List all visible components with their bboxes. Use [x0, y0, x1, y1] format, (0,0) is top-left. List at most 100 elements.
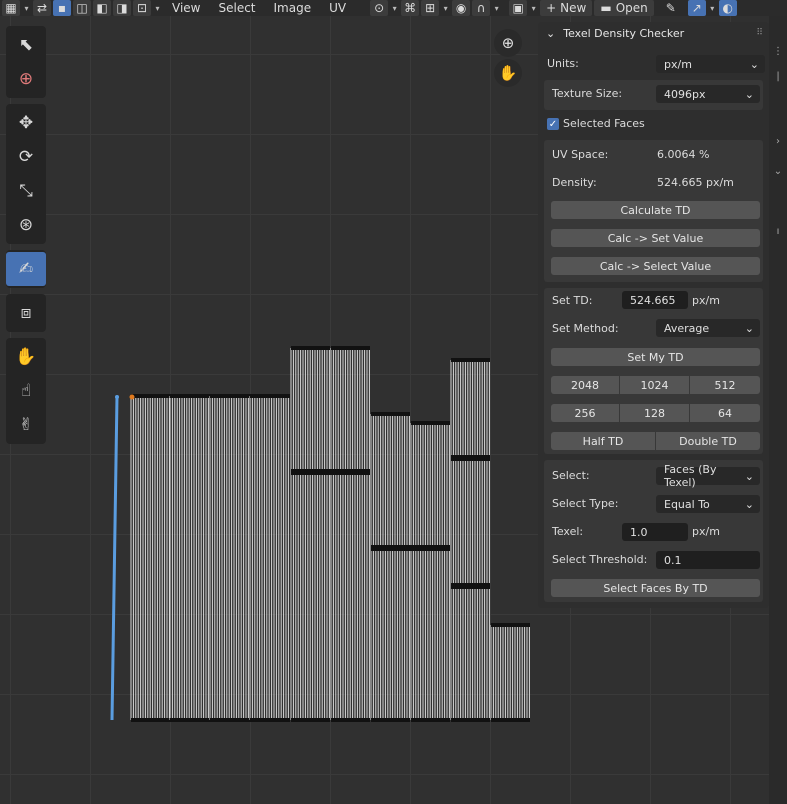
- set-method-dropdown[interactable]: Average ⌄: [656, 319, 760, 337]
- calculate-td-button[interactable]: Calculate TD: [551, 201, 760, 219]
- uv-editing-mode-icon[interactable]: ↗: [687, 0, 706, 16]
- uv-island[interactable]: [290, 346, 330, 722]
- open-image-button[interactable]: ▬ Open: [594, 0, 654, 16]
- half-td-button[interactable]: Half TD: [551, 432, 655, 450]
- uv-island[interactable]: [450, 358, 490, 722]
- select-cursor-icon[interactable]: ⬉: [6, 28, 46, 62]
- chevron-down-icon[interactable]: ▾: [22, 0, 31, 16]
- selected-uv-vertex[interactable]: [115, 395, 119, 399]
- grab-icon[interactable]: ✋: [6, 340, 46, 374]
- chevron-down-icon[interactable]: ▾: [529, 0, 538, 16]
- menu-image[interactable]: Image: [266, 0, 320, 16]
- texel-field[interactable]: 1.0: [622, 523, 688, 541]
- chevron-down-icon: ⌄: [744, 469, 754, 483]
- chevron-down-icon: ⌄: [749, 57, 759, 71]
- chevron-down-icon[interactable]: ▾: [441, 0, 450, 16]
- tool-group-select: ⬉ ⊕: [6, 26, 46, 98]
- active-uv-vertex[interactable]: [129, 394, 135, 400]
- pan-hand-icon[interactable]: ✋: [494, 59, 522, 87]
- texel-label: Texel:: [552, 525, 584, 538]
- chevron-down-icon[interactable]: ▾: [708, 0, 717, 16]
- chevron-down-icon: ⌄: [744, 321, 754, 335]
- menu-view[interactable]: View: [164, 0, 208, 16]
- face-select-icon[interactable]: ◧: [93, 0, 111, 16]
- set-td-unit: px/m: [692, 294, 720, 307]
- uv-island[interactable]: [370, 412, 410, 722]
- texture-size-dropdown[interactable]: 4096px ⌄: [656, 85, 760, 103]
- set-td-label: Set TD:: [552, 294, 593, 307]
- selected-faces-label: Selected Faces: [563, 117, 645, 130]
- menu-uv[interactable]: UV: [321, 0, 354, 16]
- tab-icon[interactable]: ı: [771, 226, 785, 237]
- select-label: Select:: [552, 469, 590, 482]
- preset-64-button[interactable]: 64: [690, 404, 760, 422]
- uv-island[interactable]: [130, 394, 170, 722]
- sticky-selection-icon[interactable]: ⊡: [133, 0, 151, 16]
- uv-island[interactable]: [490, 623, 530, 722]
- select-type-label: Select Type:: [552, 497, 619, 510]
- set-td-box: [544, 288, 763, 454]
- annotate-icon[interactable]: ✍: [6, 252, 46, 286]
- menu-select[interactable]: Select: [210, 0, 263, 16]
- rotate-icon[interactable]: ⟳: [6, 140, 46, 174]
- island-select-icon[interactable]: ◨: [113, 0, 131, 16]
- rip-region-icon[interactable]: ⧈: [6, 296, 46, 330]
- uv-island[interactable]: [249, 394, 290, 722]
- editor-type-icon[interactable]: ▦: [2, 0, 20, 16]
- sync-selection-icon[interactable]: ⇄: [33, 0, 51, 16]
- tool-group-annotate: ✍: [6, 250, 46, 288]
- cursor-icon[interactable]: ⊕: [6, 62, 46, 96]
- uv-island[interactable]: [169, 394, 210, 722]
- select-threshold-field[interactable]: 0.1: [656, 551, 760, 569]
- image-browse-icon[interactable]: ▣: [509, 0, 528, 16]
- vertex-select-icon[interactable]: ▪: [53, 0, 71, 16]
- falloff-icon[interactable]: ∩: [472, 0, 491, 16]
- chevron-down-icon[interactable]: ⌄: [546, 27, 555, 40]
- set-td-field[interactable]: 524.665: [622, 291, 688, 309]
- tab-icon[interactable]: ⌄: [771, 166, 785, 177]
- proportional-edit-icon[interactable]: ◉: [452, 0, 471, 16]
- zoom-icon[interactable]: ⊕: [494, 29, 522, 57]
- pinch-icon[interactable]: ✌: [6, 408, 46, 442]
- double-td-button[interactable]: Double TD: [656, 432, 760, 450]
- snap-target-icon[interactable]: ⊞: [421, 0, 440, 16]
- chevron-down-icon[interactable]: ▾: [492, 0, 501, 16]
- tab-icon[interactable]: ›: [771, 136, 785, 147]
- tool-group-rip: ⧈: [6, 294, 46, 332]
- calc-select-value-button[interactable]: Calc -> Select Value: [551, 257, 760, 275]
- set-my-td-button[interactable]: Set My TD: [551, 348, 760, 366]
- new-image-button[interactable]: + New: [540, 0, 593, 16]
- tab-icon[interactable]: |: [771, 71, 785, 82]
- relax-icon[interactable]: ☝: [6, 374, 46, 408]
- uv-island[interactable]: [410, 421, 450, 722]
- collapse-icon[interactable]: ⋮: [771, 46, 785, 57]
- transform-icon[interactable]: ⊛: [6, 208, 46, 242]
- snap-icon[interactable]: ⌘: [401, 0, 420, 16]
- select-type-dropdown[interactable]: Equal To ⌄: [656, 495, 760, 513]
- pivot-point-icon[interactable]: ⊙: [370, 0, 389, 16]
- move-icon[interactable]: ✥: [6, 106, 46, 140]
- preset-256-button[interactable]: 256: [551, 404, 619, 422]
- uv-seam: [371, 545, 450, 551]
- overlay-icon[interactable]: ◐: [718, 0, 737, 16]
- chevron-down-icon[interactable]: ▾: [153, 0, 162, 16]
- pin-icon[interactable]: ✎: [662, 0, 680, 16]
- scale-icon[interactable]: ⤡: [6, 174, 46, 208]
- edge-select-icon[interactable]: ◫: [73, 0, 91, 16]
- uv-island[interactable]: [330, 346, 370, 722]
- units-dropdown[interactable]: px/m ⌄: [656, 55, 765, 73]
- set-method-label: Set Method:: [552, 322, 619, 335]
- uv-island[interactable]: [209, 394, 250, 722]
- chevron-down-icon[interactable]: ▾: [390, 0, 399, 16]
- select-mode-dropdown[interactable]: Faces (By Texel) ⌄: [656, 463, 760, 489]
- preset-128-button[interactable]: 128: [620, 404, 689, 422]
- selected-faces-checkbox[interactable]: ✓: [547, 118, 559, 130]
- select-faces-by-td-button[interactable]: Select Faces By TD: [551, 579, 760, 597]
- preset-512-button[interactable]: 512: [690, 376, 760, 394]
- preset-1024-button[interactable]: 1024: [620, 376, 689, 394]
- selected-uv-edge[interactable]: [110, 395, 119, 721]
- preset-2048-button[interactable]: 2048: [551, 376, 619, 394]
- drag-handle-icon[interactable]: ⠿: [756, 28, 763, 38]
- calc-set-value-button[interactable]: Calc -> Set Value: [551, 229, 760, 247]
- panel-header[interactable]: ⌄ Texel Density Checker ⠿: [538, 22, 769, 44]
